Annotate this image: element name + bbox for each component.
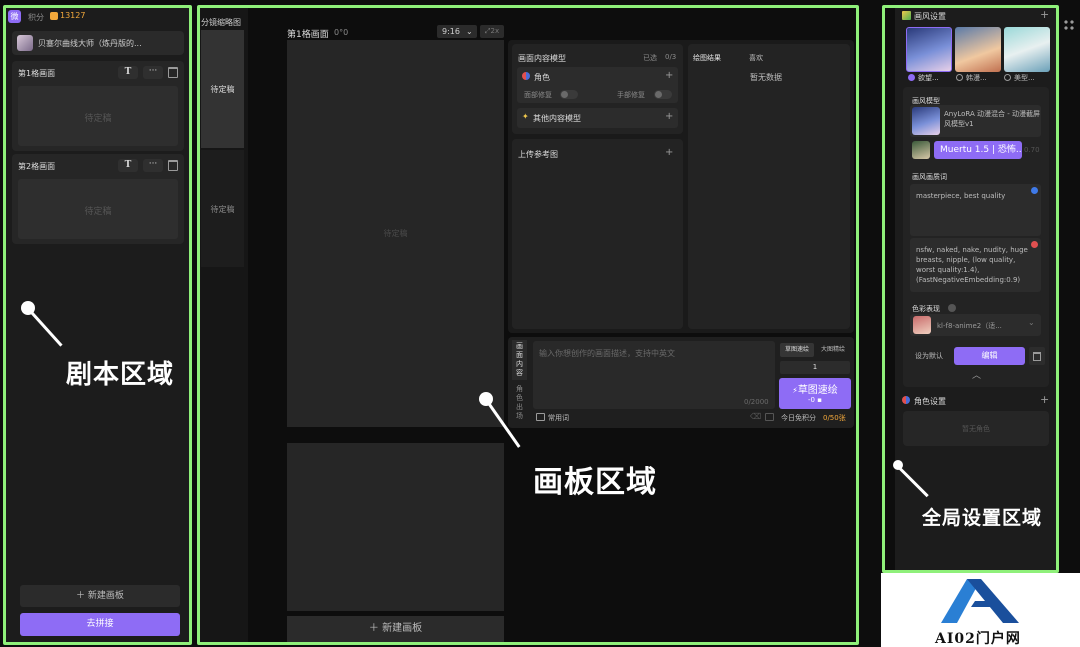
grid-icon[interactable]: [1063, 19, 1075, 31]
script-area-label: 剧本区域: [66, 360, 175, 390]
watermark-logo: [941, 579, 1019, 623]
watermark-text: AI02门户网: [935, 631, 1021, 647]
board-area-label: 画板区域: [533, 465, 657, 500]
global-area-label: 全局设置区域: [922, 507, 1043, 529]
board-area-frame: [197, 5, 859, 645]
global-area-frame: [882, 5, 1059, 573]
script-area-frame: [3, 5, 192, 645]
